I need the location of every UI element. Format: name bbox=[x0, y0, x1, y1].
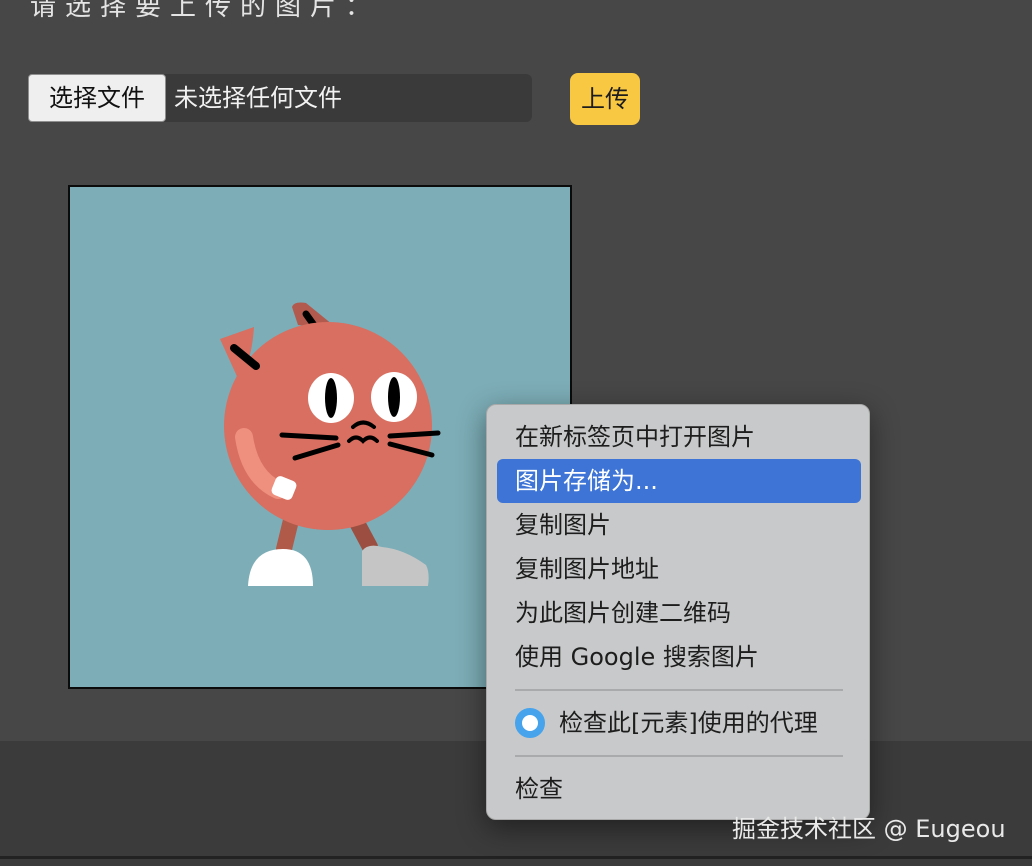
menu-item-open-image-new-tab[interactable]: 在新标签页中打开图片 bbox=[497, 415, 861, 459]
menu-item-inspect-proxy-label: 检查此[元素]使用的代理 bbox=[559, 709, 818, 737]
proxy-extension-icon bbox=[515, 708, 545, 738]
page: 请选择要上传的图片： 选择文件 未选择任何文件 上传 在新标签页中打开图片 图片… bbox=[0, 0, 1032, 866]
menu-item-search-google[interactable]: 使用 Google 搜索图片 bbox=[497, 635, 861, 679]
upload-prompt: 请选择要上传的图片： bbox=[30, 0, 381, 22]
file-input[interactable]: 选择文件 未选择任何文件 bbox=[28, 74, 532, 122]
menu-item-copy-image-address[interactable]: 复制图片地址 bbox=[497, 547, 861, 591]
choose-file-button[interactable]: 选择文件 bbox=[28, 74, 166, 122]
menu-item-inspect-proxy[interactable]: 检查此[元素]使用的代理 bbox=[497, 701, 861, 745]
menu-item-inspect[interactable]: 检查 bbox=[497, 767, 861, 811]
menu-item-save-image-as[interactable]: 图片存储为... bbox=[497, 459, 861, 503]
menu-separator bbox=[515, 689, 843, 691]
watermark: 掘金技术社区 @ Eugeou bbox=[732, 815, 1006, 843]
file-status-text: 未选择任何文件 bbox=[174, 84, 342, 112]
menu-item-copy-image[interactable]: 复制图片 bbox=[497, 503, 861, 547]
menu-separator bbox=[515, 755, 843, 757]
footer-divider bbox=[0, 856, 1032, 859]
context-menu: 在新标签页中打开图片 图片存储为... 复制图片 复制图片地址 为此图片创建二维… bbox=[486, 404, 870, 820]
menu-item-create-qr-code[interactable]: 为此图片创建二维码 bbox=[497, 591, 861, 635]
upload-button[interactable]: 上传 bbox=[570, 73, 640, 125]
